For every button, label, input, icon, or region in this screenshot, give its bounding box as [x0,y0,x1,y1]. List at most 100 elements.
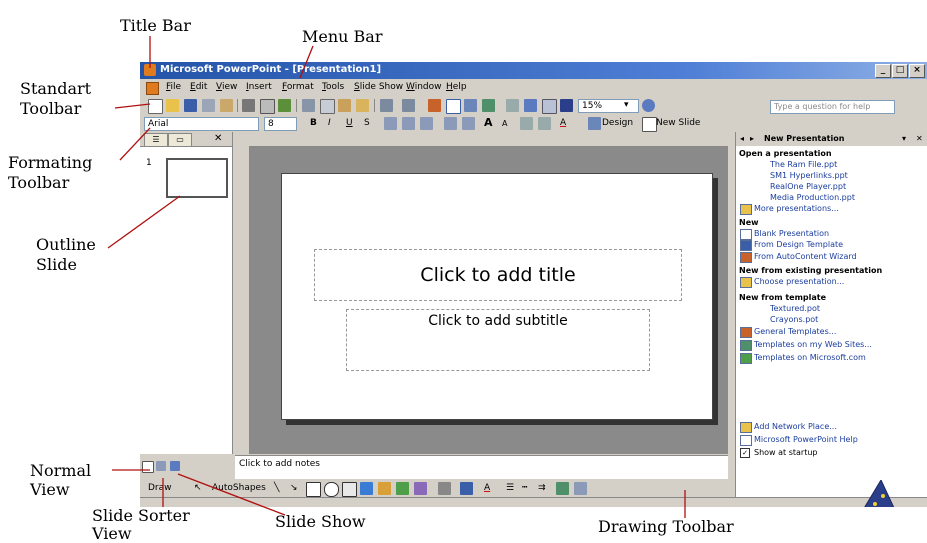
tab-slides[interactable]: ▭ [168,133,192,147]
font-size-select[interactable]: 8 [264,117,297,131]
italic-button[interactable]: I [328,118,331,128]
menu-file[interactable]: File [166,82,181,92]
maximize-button[interactable]: □ [892,64,908,78]
slide-canvas[interactable]: Click to add title Click to add subtitle [281,173,713,420]
slide-sorter-view-icon[interactable] [156,461,166,471]
task-pane-close-icon[interactable]: ✕ [916,132,923,146]
office-assistant-wizard[interactable] [833,480,925,507]
bullets-icon[interactable] [462,117,475,130]
dash-style-icon[interactable]: ┅ [522,483,527,493]
minimize-button[interactable]: _ [875,64,891,78]
line-icon[interactable]: ╲ [274,483,279,493]
normal-view-icon[interactable] [142,461,154,473]
clip-art-icon[interactable] [396,482,409,495]
print-preview-icon[interactable] [260,99,275,114]
redo-icon[interactable] [402,99,415,112]
open-file-link[interactable]: The Ram File.ppt [770,160,837,169]
align-right-icon[interactable] [420,117,433,130]
undo-icon[interactable] [380,99,393,112]
from-design-template-link[interactable]: From Design Template [754,240,843,249]
powerpoint-help-link[interactable]: Microsoft PowerPoint Help [754,435,858,444]
wordart-icon[interactable] [360,482,373,495]
title-placeholder[interactable]: Click to add title [314,249,682,301]
open-file-link[interactable]: RealOne Player.ppt [770,182,846,191]
menu-window[interactable]: Window [406,82,442,92]
open-icon[interactable] [166,99,179,112]
autocontent-wizard-link[interactable]: From AutoContent Wizard [754,252,857,261]
design-button[interactable]: Design [602,118,633,128]
add-network-place-link[interactable]: Add Network Place... [754,422,837,431]
align-center-icon[interactable] [402,117,415,130]
permission-icon[interactable] [202,99,215,112]
powerpoint-app-icon[interactable] [144,64,156,76]
copy-icon[interactable] [320,99,335,114]
shadow-style-icon[interactable] [556,482,569,495]
zoom-dropdown-icon[interactable]: ▾ [624,100,629,110]
slide-show-icon[interactable] [170,461,180,471]
decrease-indent-icon[interactable] [520,117,533,130]
bold-button[interactable]: B [310,118,317,128]
general-templates-link[interactable]: General Templates... [754,327,836,336]
font-name-select[interactable]: Arial [144,117,259,131]
select-objects-icon[interactable]: ↖ [194,483,202,493]
menu-tools[interactable]: Tools [322,82,344,92]
numbering-icon[interactable] [444,117,457,130]
email-icon[interactable] [220,99,233,112]
insert-table-icon[interactable] [446,99,461,114]
font-color-draw-button[interactable]: A [484,483,490,493]
autoshapes-button[interactable]: AutoShapes [212,483,266,493]
draw-menu-button[interactable]: Draw [148,483,172,493]
templates-web-sites-link[interactable]: Templates on my Web Sites... [754,340,872,349]
choose-presentation-link[interactable]: Choose presentation... [754,277,844,286]
zoom-select[interactable]: 15% [578,99,639,113]
increase-indent-icon[interactable] [538,117,551,130]
menu-format[interactable]: Format [282,82,314,92]
menu-slide-show[interactable]: Slide Show [354,82,403,92]
font-color-button[interactable]: A [560,118,566,128]
format-painter-icon[interactable] [356,99,369,112]
close-pane-icon[interactable]: ✕ [214,133,222,144]
fill-color-icon[interactable] [438,482,451,495]
tables-borders-icon[interactable] [464,99,477,112]
expand-all-icon[interactable] [506,99,519,112]
new-slide-icon[interactable] [642,117,657,132]
forward-icon[interactable]: ▸ [750,132,754,146]
arrow-icon[interactable]: ↘ [290,483,298,493]
underline-button[interactable]: U [346,118,353,128]
insert-chart-icon[interactable] [428,99,441,112]
oval-icon[interactable] [324,482,339,497]
notes-pane[interactable]: Click to add notes [235,455,728,479]
line-style-icon[interactable]: ☰ [506,483,514,493]
slide-design-icon[interactable] [588,117,601,130]
diagram-icon[interactable] [378,482,391,495]
save-icon[interactable] [184,99,197,112]
menu-insert[interactable]: Insert [246,82,272,92]
template-link[interactable]: Textured.pot [770,304,820,313]
align-left-icon[interactable] [384,117,397,130]
tab-outline[interactable]: ☰ [144,133,168,147]
open-file-link[interactable]: SM1 Hyperlinks.ppt [770,171,848,180]
decrease-font-button[interactable]: A [502,119,507,128]
template-link[interactable]: Crayons.pot [770,315,818,324]
show-grid-icon[interactable] [542,99,557,114]
spelling-icon[interactable] [278,99,291,112]
document-menu-icon[interactable] [146,82,159,95]
help-icon[interactable] [642,99,655,112]
color-grayscale-icon[interactable] [560,99,573,112]
open-file-link[interactable]: Media Production.ppt [770,193,855,202]
line-color-icon[interactable] [460,482,473,495]
blank-presentation-link[interactable]: Blank Presentation [754,229,829,238]
subtitle-placeholder[interactable]: Click to add subtitle [346,309,650,371]
shadow-button[interactable]: S [364,118,370,128]
menu-help[interactable]: Help [446,82,467,92]
increase-font-button[interactable]: A [484,116,493,129]
new-slide-button[interactable]: New Slide [656,118,700,128]
rectangle-icon[interactable] [306,482,321,497]
more-presentations-link[interactable]: More presentations... [754,204,839,213]
paste-icon[interactable] [338,99,351,112]
show-at-startup-checkbox[interactable]: ✓ [740,448,750,458]
new-icon[interactable] [148,99,163,114]
back-icon[interactable]: ◂ [740,132,744,146]
text-box-icon[interactable] [342,482,357,497]
menu-edit[interactable]: Edit [190,82,207,92]
